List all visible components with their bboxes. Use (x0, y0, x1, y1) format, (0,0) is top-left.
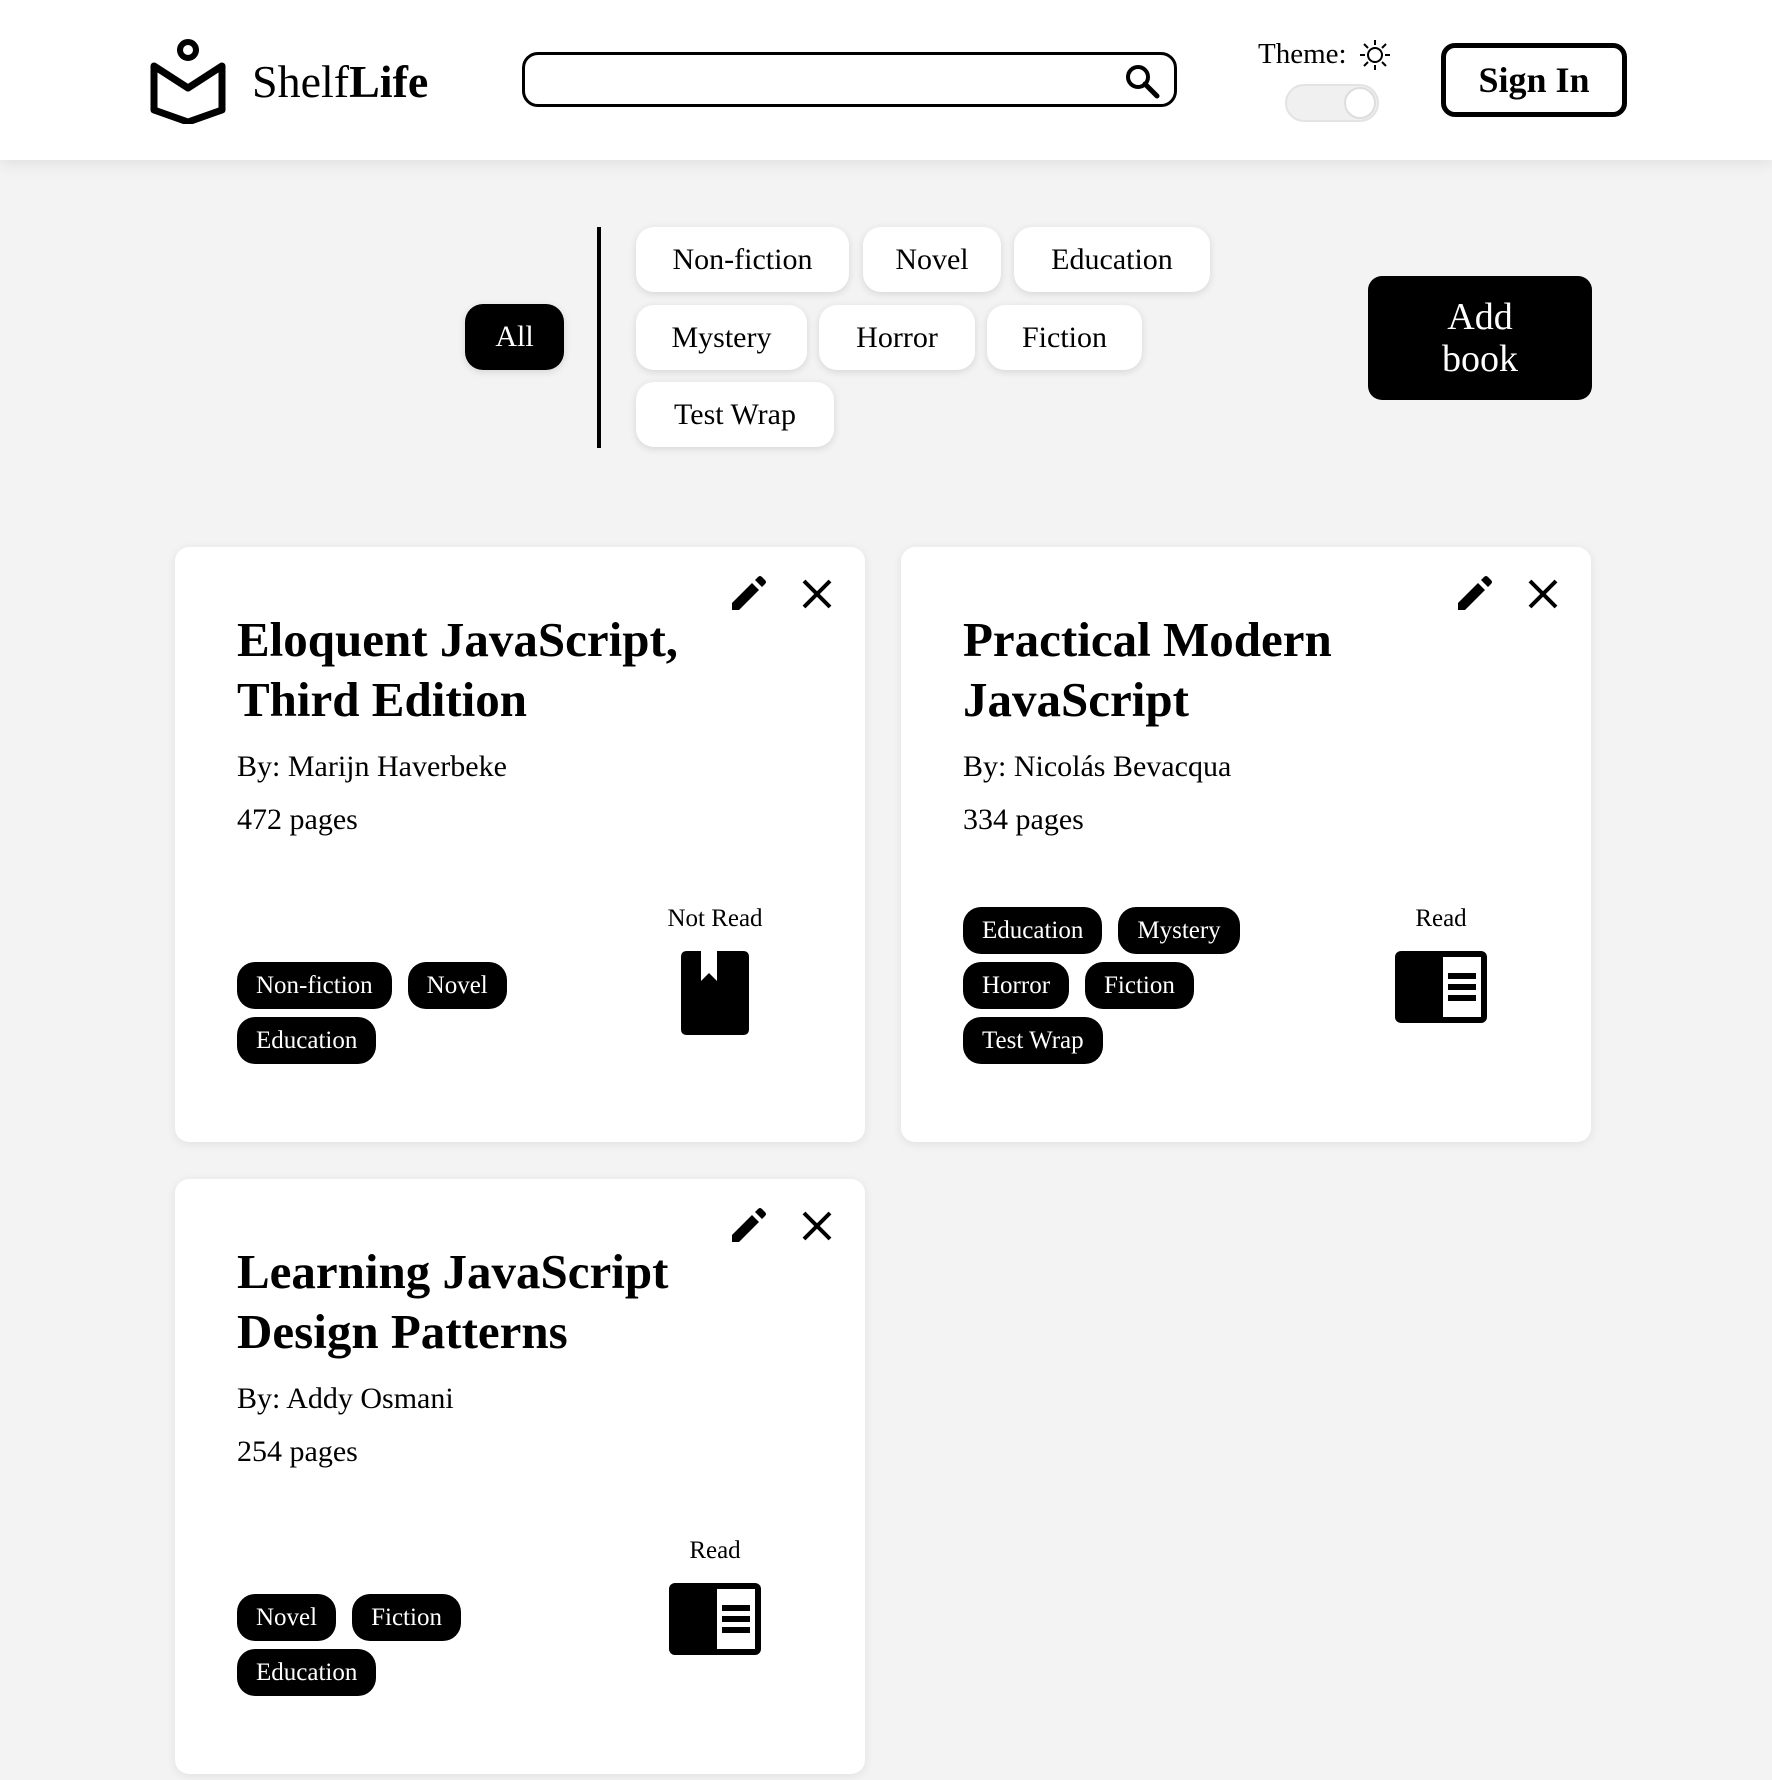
tag: Education (237, 1649, 377, 1696)
open-book-icon[interactable] (1395, 951, 1487, 1023)
filter-mystery[interactable]: Mystery (636, 305, 807, 370)
book-tags: Novel Fiction Education (237, 1594, 547, 1696)
sun-icon (1359, 39, 1390, 70)
app-name-bold: Life (349, 55, 429, 107)
book-tags: Education Mystery Horror Fiction Test Wr… (963, 907, 1273, 1064)
book-author: By: Nicolás Bevacqua (963, 750, 1232, 783)
read-status-label: Not Read (667, 905, 763, 932)
book-author: By: Addy Osmani (237, 1382, 454, 1415)
book-title: Learning JavaScript Design Patterns (237, 1244, 669, 1359)
book-card: Eloquent JavaScript, Third Edition By: M… (175, 547, 865, 1142)
filter-novel[interactable]: Novel (863, 227, 1001, 292)
tag: Horror (963, 962, 1070, 1009)
app-name-regular: Shelf (252, 55, 350, 107)
edit-pencil-icon[interactable] (728, 573, 768, 613)
book-title: Eloquent JavaScript, Third Edition (237, 612, 679, 727)
book-title: Practical Modern JavaScript (963, 612, 1332, 727)
close-icon[interactable] (1527, 578, 1559, 610)
filter-all[interactable]: All (465, 304, 564, 370)
book-card: Learning JavaScript Design Patterns By: … (175, 1179, 865, 1774)
tag: Non-fiction (237, 962, 392, 1009)
read-status[interactable]: Not Read (615, 905, 815, 1040)
filter-education[interactable]: Education (1014, 227, 1210, 292)
book-pages: 254 pages (237, 1435, 358, 1468)
filter-test-wrap[interactable]: Test Wrap (636, 382, 834, 447)
book-tags: Non-fiction Novel Education (237, 962, 547, 1064)
edit-pencil-icon[interactable] (728, 1205, 768, 1245)
book-pages: 472 pages (237, 803, 358, 836)
filter-divider (597, 227, 601, 448)
book-reader-logo-icon (150, 39, 226, 124)
tag: Education (237, 1017, 377, 1064)
read-status-label: Read (689, 1537, 741, 1564)
filter-non-fiction[interactable]: Non-fiction (636, 227, 849, 292)
open-book-icon[interactable] (669, 1583, 761, 1655)
toggle-knob (1344, 87, 1376, 119)
tag: Fiction (1085, 962, 1194, 1009)
tag: Novel (407, 962, 507, 1009)
theme-label-text: Theme: (1258, 38, 1347, 70)
top-bar: ShelfLife Theme: Sign In (0, 0, 1772, 160)
read-status[interactable]: Read (615, 1537, 815, 1660)
logo[interactable]: ShelfLife (150, 38, 428, 124)
close-icon[interactable] (801, 1210, 833, 1242)
tag: Fiction (352, 1594, 461, 1641)
filter-fiction[interactable]: Fiction (987, 305, 1142, 370)
bookmark-icon[interactable] (681, 951, 749, 1035)
close-icon[interactable] (801, 578, 833, 610)
filter-horror[interactable]: Horror (819, 305, 975, 370)
add-book-line2: book (1442, 338, 1518, 380)
read-status[interactable]: Read (1341, 905, 1541, 1028)
book-card: Practical Modern JavaScript By: Nicolás … (901, 547, 1591, 1142)
read-status-label: Read (1415, 905, 1467, 932)
book-pages: 334 pages (963, 803, 1084, 836)
tag: Education (963, 907, 1103, 954)
book-author: By: Marijn Haverbeke (237, 750, 507, 783)
search-icon[interactable] (1124, 63, 1160, 99)
tag: Mystery (1118, 907, 1240, 954)
theme-toggle[interactable] (1285, 84, 1379, 122)
sign-in-button[interactable]: Sign In (1441, 43, 1627, 117)
search-input[interactable] (525, 55, 1105, 104)
tag: Test Wrap (963, 1017, 1103, 1064)
tag: Novel (237, 1594, 337, 1641)
app-name: ShelfLife (252, 55, 428, 108)
add-book-button[interactable]: Add book (1368, 276, 1592, 400)
search-bar (522, 52, 1177, 107)
edit-pencil-icon[interactable] (1454, 573, 1494, 613)
theme-label: Theme: (1258, 38, 1391, 71)
add-book-line1: Add (1447, 296, 1513, 338)
